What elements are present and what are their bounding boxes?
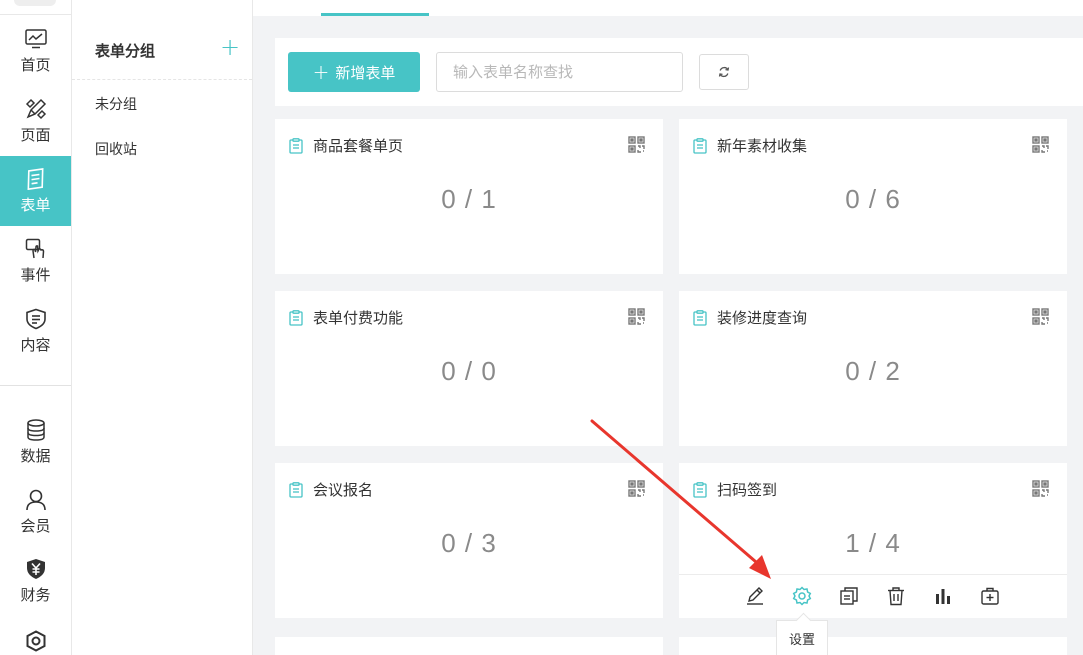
clipboard-icon: [289, 137, 305, 154]
clipboard-icon: [693, 481, 709, 498]
group-item-ungrouped[interactable]: 未分组: [95, 94, 137, 114]
nav-item-events[interactable]: 事件: [0, 226, 71, 296]
form-card-title: 表单付费功能: [313, 309, 404, 327]
yen-shield-icon: [24, 557, 48, 581]
form-card[interactable]: 装修进度查询 0 / 2: [679, 291, 1067, 446]
form-card[interactable]: 商品套餐单页 0 / 1: [275, 119, 663, 274]
groups-header: 表单分组 +: [72, 30, 252, 80]
copy-icon[interactable]: [838, 585, 860, 607]
form-card-title: 装修进度查询: [717, 309, 808, 327]
shield-list-icon: [24, 307, 48, 331]
stats-icon[interactable]: [932, 585, 954, 607]
main-nav: 首页 页面 表单 事件 内容 数据 会员 财务: [0, 0, 72, 655]
form-card-partial[interactable]: [275, 637, 663, 655]
form-card[interactable]: 会议报名 0 / 3: [275, 463, 663, 618]
qr-code-icon[interactable]: [1032, 480, 1049, 497]
nav-label-members: 会员: [20, 517, 51, 535]
nav-item-settings[interactable]: [0, 616, 71, 655]
form-card-title: 商品套餐单页: [313, 137, 404, 155]
add-form-label: 新增表单: [335, 63, 396, 82]
form-card-count: 0 / 3: [441, 528, 497, 558]
qr-code-icon[interactable]: [628, 480, 645, 497]
delete-icon[interactable]: [885, 585, 907, 607]
qr-code-icon[interactable]: [628, 308, 645, 325]
form-card-count: 0 / 0: [441, 356, 497, 386]
nav-divider: [0, 14, 71, 15]
nav-item-pages[interactable]: 页面: [0, 86, 71, 156]
chart-monitor-icon: [24, 27, 48, 51]
plus-icon: +: [312, 60, 330, 84]
form-icon: [24, 167, 48, 191]
group-item-recycle-bin[interactable]: 回收站: [95, 139, 137, 159]
clipboard-icon: [693, 137, 709, 154]
database-icon: [24, 418, 48, 442]
form-card[interactable]: 新年素材收集 0 / 6: [679, 119, 1067, 274]
groups-title: 表单分组: [95, 42, 156, 60]
active-tab-indicator: [321, 13, 429, 16]
clipboard-icon: [289, 481, 305, 498]
hex-gear-icon: [24, 629, 48, 653]
nav-logo-stub: [14, 0, 56, 6]
nav-label-events: 事件: [20, 266, 51, 284]
settings-tooltip: 设置: [776, 620, 828, 655]
qr-code-icon[interactable]: [1032, 136, 1049, 153]
qr-code-icon[interactable]: [1032, 308, 1049, 325]
nav-label-data: 数据: [20, 447, 51, 465]
nav-item-content[interactable]: 内容: [0, 296, 71, 366]
refresh-icon: [718, 63, 730, 82]
touch-icon: [24, 237, 48, 261]
design-tools-icon: [24, 97, 48, 121]
add-form-button[interactable]: + 新增表单: [288, 52, 420, 92]
nav-label-pages: 页面: [20, 126, 51, 144]
card-action-bar: [679, 574, 1067, 618]
nav-item-forms[interactable]: 表单: [0, 156, 71, 226]
add-group-button[interactable]: +: [218, 35, 242, 60]
form-card[interactable]: 表单付费功能 0 / 0: [275, 291, 663, 446]
nav-item-finance[interactable]: 财务: [0, 546, 71, 616]
form-card-title: 新年素材收集: [717, 137, 808, 155]
form-groups-panel: 表单分组 + 未分组 回收站: [72, 0, 253, 655]
form-card-title: 会议报名: [313, 481, 374, 499]
settings-icon[interactable]: [791, 585, 813, 607]
top-tab-strip: [253, 0, 1083, 16]
nav-label-forms: 表单: [20, 196, 51, 214]
nav-item-members[interactable]: 会员: [0, 477, 71, 547]
add-to-icon[interactable]: [979, 585, 1001, 607]
clipboard-icon: [693, 309, 709, 326]
refresh-button[interactable]: [699, 54, 749, 90]
user-icon: [24, 488, 48, 512]
form-card-count: 1 / 4: [845, 528, 901, 558]
qr-code-icon[interactable]: [628, 136, 645, 153]
nav-label-content: 内容: [20, 336, 51, 354]
form-card-partial[interactable]: [679, 637, 1067, 655]
nav-label-finance: 财务: [20, 586, 51, 604]
form-card-count: 0 / 2: [845, 356, 901, 386]
form-card-hovered[interactable]: 扫码签到 1 / 4: [679, 463, 1067, 618]
nav-separator: [0, 385, 71, 386]
edit-icon[interactable]: [744, 585, 766, 607]
form-card-title: 扫码签到: [717, 481, 778, 499]
clipboard-icon: [289, 309, 305, 326]
form-search-input[interactable]: [436, 52, 683, 92]
form-card-count: 0 / 6: [845, 184, 901, 214]
forms-toolbar: + 新增表单: [275, 38, 1083, 106]
nav-label-home: 首页: [20, 56, 51, 74]
nav-item-home[interactable]: 首页: [0, 16, 71, 86]
form-card-count: 0 / 1: [441, 184, 497, 214]
nav-item-data[interactable]: 数据: [0, 407, 71, 477]
